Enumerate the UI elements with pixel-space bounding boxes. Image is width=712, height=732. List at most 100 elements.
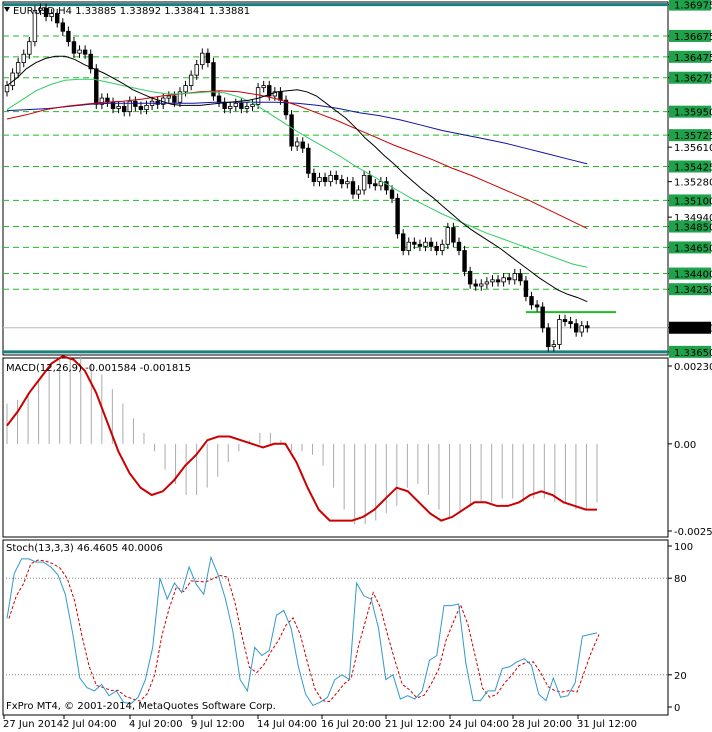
footer-copyright: FxPro MT4, © 2001-2014, MetaQuotes Softw… <box>6 701 276 712</box>
candle-body <box>261 85 266 89</box>
candle-body <box>406 241 411 251</box>
y-tick-label: 1.36675 <box>674 32 712 43</box>
candle-body <box>71 41 77 54</box>
candle-body <box>4 85 10 93</box>
x-tick-label: 28 Jul 20:00 <box>512 719 572 730</box>
y-tick-label: 1.33650 <box>674 348 712 359</box>
candle-body <box>21 53 26 63</box>
stoch-y-tick-label: 20 <box>674 671 687 682</box>
macd-y-tick-label: 0.002309 <box>674 362 712 373</box>
candle-body <box>317 177 322 183</box>
candle-body <box>573 323 579 333</box>
y-tick-label: 1.34250 <box>674 285 712 296</box>
y-tick-label: 1.35725 <box>674 131 712 142</box>
y-tick-label: 1.35610 <box>674 143 712 154</box>
candle-body <box>412 241 417 245</box>
candle-body <box>172 95 177 103</box>
y-tick-label: 1.36475 <box>674 53 712 64</box>
candle-body <box>250 103 255 107</box>
candle-body <box>490 279 495 283</box>
candle-body <box>445 227 451 245</box>
x-tick-label: 16 Jul 20:00 <box>321 719 381 730</box>
candle-body <box>328 174 333 183</box>
x-tick-label: 31 Jul 12:00 <box>577 719 637 730</box>
candle-body <box>350 181 356 195</box>
candle-body <box>183 85 188 93</box>
candle-body <box>205 52 211 63</box>
y-tick-label: 1.35425 <box>674 162 712 173</box>
candle-body <box>529 296 534 306</box>
stoch-y-tick-label: 80 <box>674 574 687 585</box>
y-tick-label: 1.35950 <box>674 108 712 119</box>
candle-body <box>389 189 395 199</box>
y-tick-label: 1.36975 <box>674 1 712 12</box>
candle-body <box>484 281 490 285</box>
candle-body <box>579 325 584 333</box>
candle-body <box>423 241 428 247</box>
candle-body <box>395 197 400 235</box>
price-header: EURUSD,H4 1.33885 1.33892 1.33841 1.3388… <box>13 6 250 17</box>
candle-body <box>356 189 361 195</box>
candle-body <box>467 271 473 285</box>
x-tick-label: 24 Jul 04:00 <box>449 719 509 730</box>
candle-body <box>417 243 423 247</box>
candle-body <box>506 277 512 281</box>
candle-body <box>127 100 132 113</box>
candle-body <box>585 325 590 329</box>
chart-root: EURUSD,H4 1.33885 1.33892 1.33841 1.3388… <box>0 0 712 732</box>
stoch-signal-line <box>8 559 600 703</box>
macd-y-tick-label: 0.00 <box>674 440 696 451</box>
candle-body <box>82 49 88 55</box>
candle-body <box>440 243 445 251</box>
candle-body <box>216 95 222 103</box>
candle-body <box>200 52 205 66</box>
candle-body <box>473 283 478 287</box>
candle-body <box>289 114 294 147</box>
candle-body <box>10 72 15 86</box>
candle-body <box>121 106 127 113</box>
candle-body <box>188 74 194 86</box>
candle-body <box>244 106 250 109</box>
candle-body <box>495 279 501 283</box>
x-tick-label: 21 Jul 12:00 <box>385 719 445 730</box>
candle-body <box>367 174 372 185</box>
candle-body <box>233 102 238 107</box>
candle-body <box>27 41 32 55</box>
panel-frame-3 <box>2 539 669 716</box>
candle-body <box>311 172 317 183</box>
y-tick-label: 1.34850 <box>674 223 712 234</box>
x-tick-label: 4 Jul 20:00 <box>129 719 183 730</box>
candle-body <box>428 241 434 247</box>
candle-body <box>133 100 138 107</box>
candle-body <box>66 30 71 43</box>
x-tick-label: 2 Jul 04:00 <box>63 719 117 730</box>
candle-body <box>138 106 144 110</box>
candle-body <box>334 174 339 180</box>
chart-svg: EURUSD,H4 1.33885 1.33892 1.33841 1.3388… <box>2 0 712 730</box>
candle-body <box>294 141 300 147</box>
x-tick-label: 14 Jul 04:00 <box>257 719 317 730</box>
ma-black-line <box>6 55 588 303</box>
candle-body <box>562 319 568 322</box>
y-tick-label: 1.34400 <box>674 270 712 281</box>
candle-body <box>400 233 406 251</box>
macd-signal-line <box>6 355 597 522</box>
candle-body <box>534 304 540 308</box>
candle-body <box>116 106 121 109</box>
candle-body <box>227 106 233 109</box>
y-tick-label: 1.36275 <box>674 74 712 85</box>
candle-body <box>144 104 149 110</box>
candle-body <box>166 95 172 99</box>
candle-body <box>361 174 367 191</box>
candle-body <box>479 283 484 287</box>
candle-body <box>77 49 82 54</box>
collapse-triangle-icon <box>4 7 10 12</box>
candle-body <box>300 141 305 149</box>
candle-body <box>551 344 557 348</box>
y-tick-label: 1.35280 <box>674 178 712 189</box>
ma-green-line <box>6 78 588 268</box>
candle-body <box>512 273 517 281</box>
y-tick-label: 1.35100 <box>674 196 712 207</box>
macd-header: MACD(12,26,9) -0.001584 -0.001815 <box>6 363 191 374</box>
candle-body <box>462 250 467 272</box>
